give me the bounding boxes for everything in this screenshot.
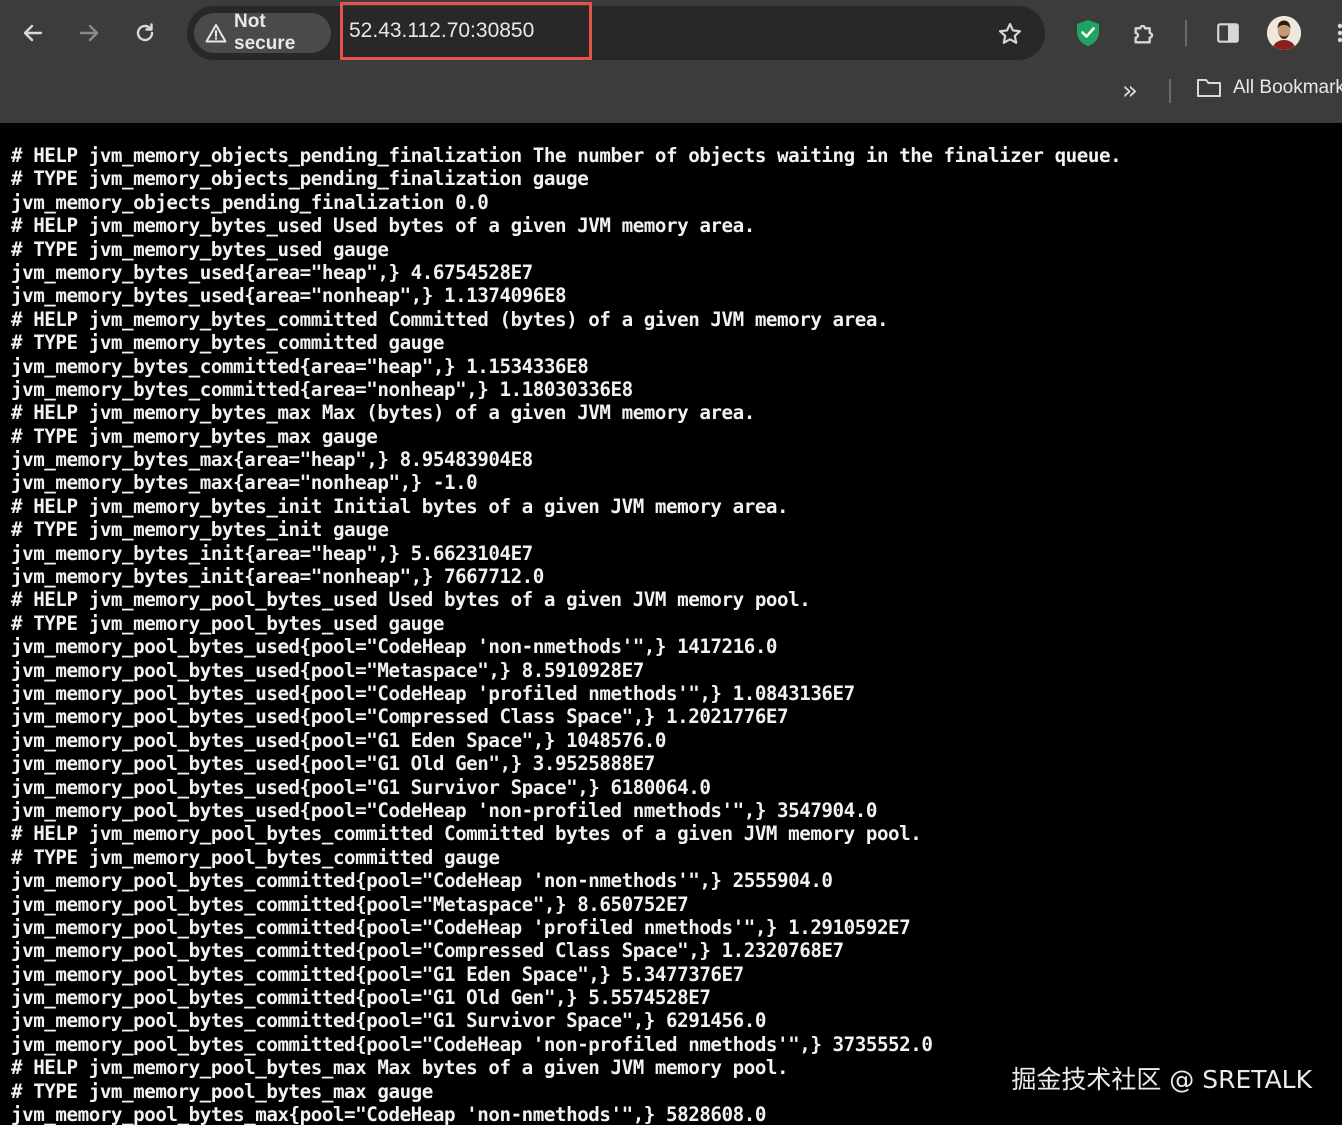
metric-comment-line: # TYPE jvm_memory_objects_pending_finali… (11, 167, 589, 191)
metric-comment-line: # HELP jvm_memory_bytes_init Initial byt… (11, 494, 789, 518)
shield-extension-button[interactable] (1071, 16, 1105, 50)
profile-avatar[interactable] (1267, 16, 1301, 50)
security-label: Not secure (234, 11, 296, 54)
metric-sample-line: jvm_memory_bytes_init{area="heap",} 5.66… (11, 541, 533, 565)
metric-sample-line: jvm_memory_pool_bytes_used{pool="G1 Old … (11, 752, 655, 776)
side-panel-icon (1217, 23, 1239, 43)
metric-comment-line: # HELP jvm_memory_bytes_max Max (bytes) … (11, 401, 755, 425)
metric-sample-line: jvm_memory_pool_bytes_used{pool="Compres… (11, 705, 789, 729)
browser-chrome: Not secure 52.43.112.70:30850 » All Book… (0, 0, 1342, 123)
metric-sample-line: jvm_memory_pool_bytes_committed{pool="Co… (11, 939, 844, 963)
metric-sample-line: jvm_memory_pool_bytes_max{pool="CodeHeap… (11, 1103, 766, 1125)
puzzle-icon (1134, 24, 1154, 44)
metric-sample-line: jvm_memory_pool_bytes_committed{pool="Co… (11, 1032, 933, 1056)
back-arrow-icon (23, 24, 43, 42)
metric-sample-line: jvm_memory_bytes_committed{area="heap",}… (11, 354, 589, 378)
metric-sample-line: jvm_memory_pool_bytes_committed{pool="G1… (11, 986, 711, 1010)
bookmarks-bar: » All Bookmark (0, 66, 1342, 123)
reload-icon (136, 23, 154, 42)
metric-sample-line: jvm_memory_pool_bytes_committed{pool="G1… (11, 1009, 766, 1033)
metric-comment-line: # TYPE jvm_memory_bytes_used gauge (11, 237, 389, 261)
forward-button[interactable] (70, 14, 108, 52)
side-panel-button[interactable] (1211, 16, 1245, 50)
metric-sample-line: jvm_memory_bytes_max{area="heap",} 8.954… (11, 448, 533, 472)
metric-sample-line: jvm_memory_pool_bytes_committed{pool="Me… (11, 892, 689, 916)
toolbar-divider (1185, 20, 1187, 46)
metrics-text: # HELP jvm_memory_objects_pending_finali… (11, 144, 1122, 1125)
back-button[interactable] (14, 14, 52, 52)
metric-comment-line: # TYPE jvm_memory_pool_bytes_max gauge (11, 1079, 433, 1103)
metric-sample-line: jvm_memory_objects_pending_finalization … (11, 190, 489, 214)
browser-menu-button[interactable] (1330, 18, 1342, 48)
browser-toolbar: Not secure 52.43.112.70:30850 (0, 0, 1342, 66)
metric-comment-line: # TYPE jvm_memory_bytes_committed gauge (11, 331, 444, 355)
watermark: 掘金技术社区 @ SRETALK (1011, 1065, 1312, 1094)
address-bar[interactable]: Not secure 52.43.112.70:30850 (187, 2, 1045, 60)
metric-comment-line: # HELP jvm_memory_pool_bytes_used Used b… (11, 588, 811, 612)
warning-triangle-icon (205, 23, 227, 43)
page-content: # HELP jvm_memory_objects_pending_finali… (0, 123, 1342, 1125)
metric-sample-line: jvm_memory_pool_bytes_committed{pool="Co… (11, 869, 833, 893)
metric-sample-line: jvm_memory_bytes_max{area="nonheap",} -1… (11, 471, 478, 495)
metric-comment-line: # TYPE jvm_memory_bytes_max gauge (11, 424, 378, 448)
all-bookmarks-button[interactable]: All Bookmark (1196, 77, 1342, 99)
more-bookmarks-chevron-icon[interactable]: » (1122, 78, 1138, 104)
metric-sample-line: jvm_memory_pool_bytes_committed{pool="Co… (11, 915, 911, 939)
url-text[interactable]: 52.43.112.70:30850 (349, 19, 534, 43)
forward-arrow-icon (79, 24, 99, 42)
metric-comment-line: # HELP jvm_memory_objects_pending_finali… (11, 144, 1122, 167)
profile-photo-icon (1267, 16, 1301, 50)
bookmark-star-button[interactable] (995, 19, 1025, 49)
all-bookmarks-label: All Bookmark (1233, 77, 1342, 98)
metric-sample-line: jvm_memory_pool_bytes_used{pool="G1 Eden… (11, 728, 667, 752)
metric-sample-line: jvm_memory_pool_bytes_used{pool="G1 Surv… (11, 775, 711, 799)
metric-sample-line: jvm_memory_bytes_init{area="nonheap",} 7… (11, 565, 544, 589)
star-icon (998, 22, 1022, 44)
metric-sample-line: jvm_memory_pool_bytes_used{pool="Metaspa… (11, 658, 644, 682)
bookmarks-divider (1169, 79, 1171, 103)
metric-comment-line: # HELP jvm_memory_bytes_used Used bytes … (11, 214, 755, 238)
metric-sample-line: jvm_memory_pool_bytes_used{pool="CodeHea… (11, 681, 855, 705)
kebab-menu-icon (1337, 23, 1342, 43)
security-indicator[interactable]: Not secure (194, 11, 331, 54)
metric-comment-line: # TYPE jvm_memory_pool_bytes_committed g… (11, 845, 500, 869)
metric-comment-line: # HELP jvm_memory_pool_bytes_max Max byt… (11, 1056, 789, 1080)
extensions-button[interactable] (1128, 16, 1162, 50)
metric-comment-line: # HELP jvm_memory_pool_bytes_committed C… (11, 822, 922, 846)
metric-sample-line: jvm_memory_pool_bytes_committed{pool="G1… (11, 962, 744, 986)
shield-check-icon (1077, 20, 1099, 46)
metric-comment-line: # HELP jvm_memory_bytes_committed Commit… (11, 307, 889, 331)
metric-sample-line: jvm_memory_bytes_committed{area="nonheap… (11, 377, 633, 401)
folder-icon (1196, 77, 1222, 99)
metric-comment-line: # TYPE jvm_memory_pool_bytes_used gauge (11, 611, 444, 635)
metric-comment-line: # TYPE jvm_memory_bytes_init gauge (11, 518, 389, 542)
metric-sample-line: jvm_memory_pool_bytes_used{pool="CodeHea… (11, 798, 877, 822)
metric-sample-line: jvm_memory_bytes_used{area="heap",} 4.67… (11, 260, 533, 284)
metric-sample-line: jvm_memory_pool_bytes_used{pool="CodeHea… (11, 635, 778, 659)
metric-sample-line: jvm_memory_bytes_used{area="nonheap",} 1… (11, 284, 567, 308)
url-highlight-box: 52.43.112.70:30850 (340, 2, 592, 60)
reload-button[interactable] (126, 14, 164, 52)
